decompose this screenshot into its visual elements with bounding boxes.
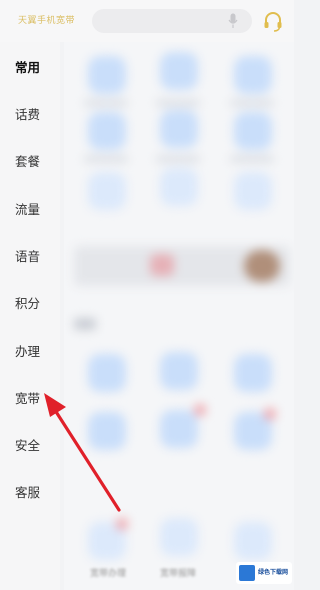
watermark-text: 绿色下载网 <box>258 569 289 576</box>
service-tile[interactable] <box>160 110 198 148</box>
section-heading <box>74 318 96 330</box>
service-tile[interactable] <box>88 354 126 392</box>
sidebar-item-kuandai[interactable]: 宽带 <box>0 385 60 413</box>
service-tile[interactable] <box>160 518 198 556</box>
sidebar-item-taocan[interactable]: 套餐 <box>0 148 60 176</box>
service-tile[interactable] <box>234 354 272 392</box>
tile-label <box>156 156 200 162</box>
tile-label <box>84 100 128 106</box>
sidebar-item-banli[interactable]: 办理 <box>0 338 60 366</box>
banner-graphic <box>150 254 174 276</box>
service-tile[interactable] <box>88 412 126 450</box>
sidebar-item-changyong[interactable]: 常用 <box>0 54 60 82</box>
sidebar-item-liuliang[interactable]: 流量 <box>0 196 60 224</box>
sidebar-item-jifen[interactable]: 积分 <box>0 290 60 318</box>
sidebar-item-yuyin[interactable]: 语音 <box>0 243 60 271</box>
headset-icon[interactable] <box>262 10 284 32</box>
top-bar: 天翼手机宽带 <box>0 0 294 42</box>
service-tile[interactable] <box>234 56 272 94</box>
service-tile[interactable] <box>88 112 126 150</box>
banner-graphic <box>244 250 280 282</box>
sidebar-item-anquan[interactable]: 安全 <box>0 432 60 460</box>
service-grid-blurred: 宽带办理 宽带报障 <box>64 42 294 590</box>
watermark-logo: 绿色下载网 <box>236 562 292 584</box>
service-tile[interactable] <box>234 522 272 560</box>
service-tile[interactable] <box>234 172 272 210</box>
tile-label <box>230 100 274 106</box>
tile-label <box>84 156 128 162</box>
service-tile[interactable] <box>160 410 198 448</box>
badge-dot <box>116 518 128 530</box>
service-tile[interactable] <box>88 172 126 210</box>
sidebar-item-huafei[interactable]: 话费 <box>0 101 60 129</box>
service-tile[interactable] <box>160 168 198 206</box>
service-tile[interactable] <box>160 352 198 390</box>
tile-caption: 宽带报障 <box>160 569 197 579</box>
mic-icon[interactable] <box>228 13 238 29</box>
service-tile[interactable] <box>234 112 272 150</box>
badge-dot <box>264 408 276 420</box>
badge-dot <box>194 404 206 416</box>
tile-caption: 宽带办理 <box>90 569 127 579</box>
service-tile[interactable] <box>160 52 198 90</box>
category-sidebar: 常用 话费 套餐 流量 语音 积分 办理 宽带 安全 客服 <box>0 42 60 590</box>
tile-label <box>230 156 274 162</box>
sidebar-item-kefu[interactable]: 客服 <box>0 479 60 507</box>
service-tile[interactable] <box>88 56 126 94</box>
download-site-logo-icon <box>239 565 255 581</box>
region-label[interactable]: 天翼手机宽带 <box>18 13 75 26</box>
tile-label <box>156 100 200 106</box>
